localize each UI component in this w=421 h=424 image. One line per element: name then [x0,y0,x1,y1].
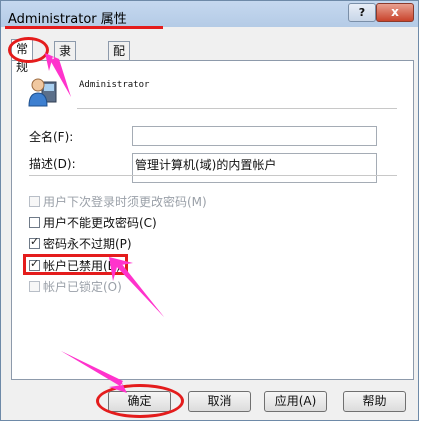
arrow-to-ok-shaft [61,351,123,386]
arrow-to-checkbox-shaft [117,263,164,317]
properties-dialog: Administrator 属性 ? x 常规 隶属于 配置文件 Adminis… [0,0,419,421]
arrow-to-tab [45,53,71,97]
arrow-to-ok [61,351,127,393]
annotation-arrows [45,53,164,393]
